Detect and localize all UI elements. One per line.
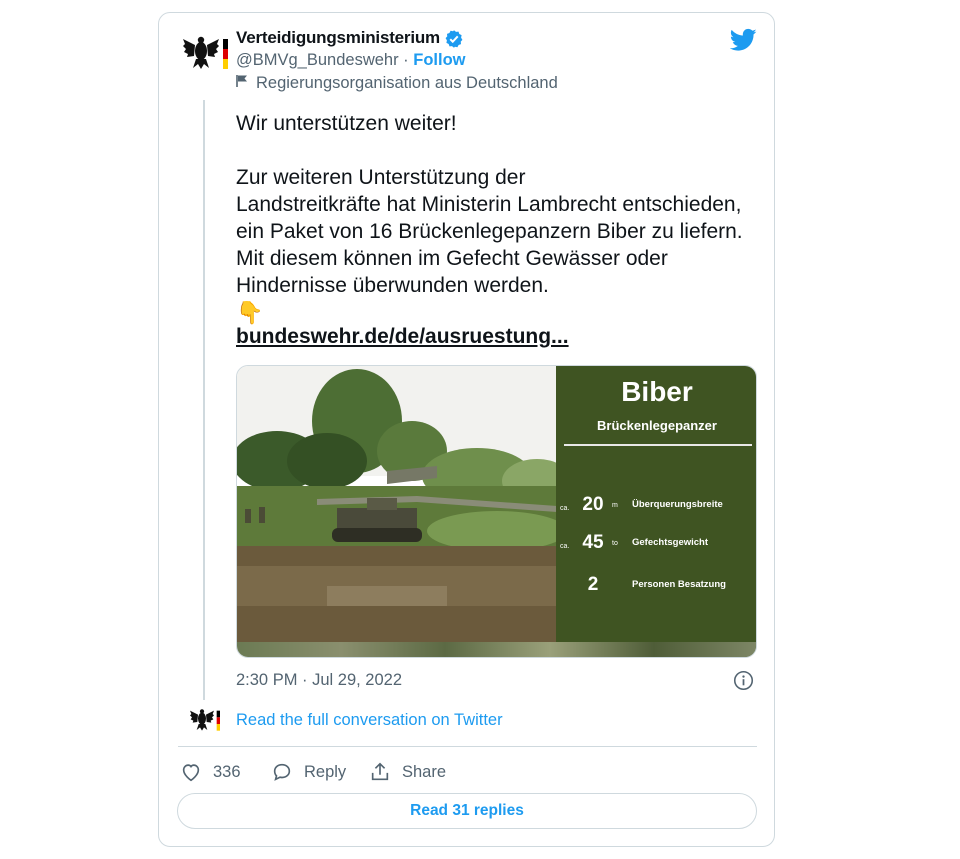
stat-label: Gefechtsgewicht (632, 537, 709, 548)
stat-value: 45 (582, 532, 604, 553)
tweet-paragraph-2: Zur weiteren Unterstützung der (236, 164, 756, 191)
author-handle-row: @BMVg_Bundeswehr · Follow (236, 51, 466, 70)
panel-subtitle: Brückenlegepanzer (597, 418, 717, 433)
federal-eagle-icon (183, 36, 228, 69)
author-name[interactable]: Verteidigungsministerium (236, 28, 440, 48)
stat-label: Personen Besatzung (632, 579, 726, 590)
reply-bubble-icon (273, 763, 291, 781)
camouflage-strip (237, 642, 756, 657)
stat-prefix: ca. (560, 543, 570, 550)
org-label: Regierungsorganisation aus Deutschland (256, 74, 558, 92)
tweet-line-1: Wir unterstützen weiter! (236, 112, 457, 135)
tweet-text: Wir unterstützen weiter! Zur weiteren Un… (236, 110, 756, 327)
share-icon (371, 762, 389, 781)
verified-badge-icon (445, 30, 463, 48)
panel-title: Biber (621, 376, 693, 407)
reply-label: Reply (304, 763, 347, 781)
stat-unit: to (612, 540, 618, 547)
ukraine-flag-icon (529, 168, 557, 186)
stat-prefix: ca. (560, 505, 570, 512)
flag-icon (236, 74, 250, 93)
read-full-conversation-link[interactable]: Read the full conversation on Twitter (236, 711, 503, 730)
panel-divider (564, 444, 752, 446)
handle-separator: · (398, 51, 414, 69)
info-icon[interactable] (733, 670, 754, 691)
stat-label: Überquerungsbreite (632, 499, 723, 510)
tweet-link[interactable]: bundeswehr.de/de/ausruestung... (236, 325, 569, 349)
read-replies-button[interactable]: Read 31 replies (177, 793, 757, 829)
stat-row: 2 Personen Besatzung (556, 574, 756, 598)
author-avatar[interactable] (183, 35, 231, 71)
thread-line (203, 100, 205, 700)
media-card[interactable]: Biber Brückenlegepanzer ca. 20 m Überque… (236, 365, 757, 658)
tweet-para2-start: Zur weiteren Unterstützung der (236, 166, 526, 189)
tweet-para2-rest: Landstreitkräfte hat Ministerin Lambrech… (236, 193, 743, 297)
stat-value: 2 (587, 574, 599, 595)
bridge-tank-photo (237, 366, 557, 642)
info-panel: Biber Brückenlegepanzer ca. 20 m Überque… (556, 366, 756, 657)
tweet-timestamp[interactable]: 2:30 PM · Jul 29, 2022 (236, 671, 402, 690)
twitter-logo-icon[interactable] (730, 28, 757, 52)
heart-icon (182, 764, 200, 782)
small-author-avatar[interactable] (190, 707, 222, 733)
share-label: Share (402, 763, 447, 781)
pointing-down-emoji: 👇 (236, 300, 264, 325)
author-handle[interactable]: @BMVg_Bundeswehr (236, 51, 399, 69)
stat-value: 20 (582, 494, 604, 515)
stat-unit: m (612, 502, 618, 509)
like-count: 336 (213, 763, 241, 781)
federal-eagle-icon (190, 709, 220, 731)
stat-row: ca. 45 to Gefechtsgewicht (556, 532, 756, 556)
stat-row: ca. 20 m Überquerungsbreite (556, 494, 756, 518)
org-label-row: Regierungsorganisation aus Deutschland (236, 74, 558, 93)
follow-button[interactable]: Follow (413, 51, 465, 69)
actions-divider (178, 746, 757, 747)
